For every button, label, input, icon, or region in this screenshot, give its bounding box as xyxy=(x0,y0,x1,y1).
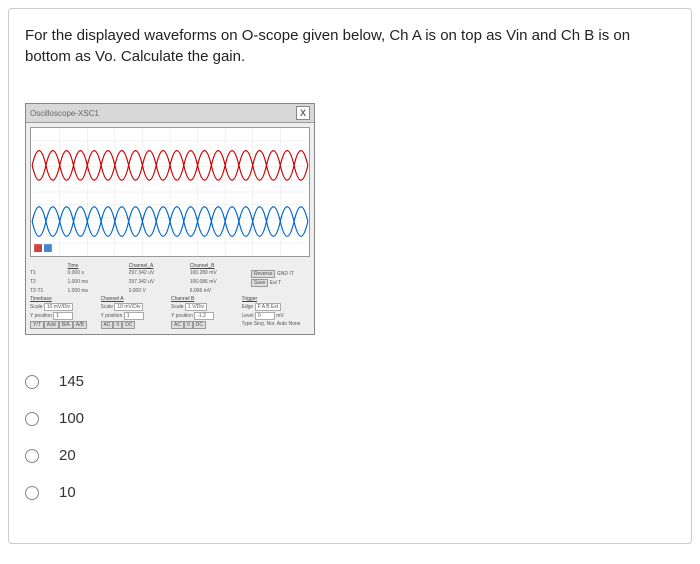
chb-zero[interactable]: 0 xyxy=(184,321,193,329)
trigger-section: Trigger xyxy=(242,296,311,302)
t21-time: 1.000 ms xyxy=(67,288,126,294)
cha-ac[interactable]: AC xyxy=(101,321,114,329)
col-chb: Channel_B xyxy=(190,263,249,269)
col-time: Time xyxy=(67,263,126,269)
t21-cha: 0.000 V xyxy=(129,288,188,294)
t2-cha: 297.342 uV xyxy=(129,279,188,287)
answer-list: 145 100 20 10 xyxy=(25,363,675,511)
cha-dc[interactable]: DC xyxy=(122,321,135,329)
t2-chb: 106.086 mV xyxy=(190,279,249,287)
answer-label: 10 xyxy=(59,484,76,501)
cursor-t2-marker xyxy=(44,244,52,252)
trigger-edge[interactable]: F A B Ext xyxy=(255,303,282,311)
answer-option[interactable]: 145 xyxy=(25,363,675,400)
col-cha: Channel_A xyxy=(129,263,188,269)
cha-scale-input[interactable]: 10 mV/Div xyxy=(44,303,73,311)
t1-label: T1 xyxy=(30,270,65,278)
chb-ypos[interactable]: -1.2 xyxy=(194,312,214,320)
t1-time: 0.000 s xyxy=(67,270,126,278)
question-card: For the displayed waveforms on O-scope g… xyxy=(8,8,692,544)
scope-display xyxy=(30,127,310,257)
answer-option[interactable]: 10 xyxy=(25,474,675,511)
ba-button[interactable]: B/A xyxy=(59,321,73,329)
radio-icon[interactable] xyxy=(25,412,39,426)
timebase-header: Timebase xyxy=(30,296,99,302)
cursor-t1-marker xyxy=(34,244,42,252)
answer-label: 20 xyxy=(59,447,76,464)
radio-icon[interactable] xyxy=(25,486,39,500)
window-title: Oscilloscope-XSC1 xyxy=(30,109,296,118)
question-text: For the displayed waveforms on O-scope g… xyxy=(25,25,675,67)
reverse-button[interactable]: Reverse xyxy=(251,270,276,278)
scope-controls: Time Channel_A Channel_B T1 0.000 s 297.… xyxy=(26,261,314,334)
t21-chb: 6.006 mV xyxy=(190,288,249,294)
chb-ac[interactable]: AC xyxy=(171,321,184,329)
trigger-type[interactable]: Type Sing. Nor. Auto None xyxy=(242,321,311,329)
window-title-bar: Oscilloscope-XSC1 X xyxy=(26,104,314,123)
radio-icon[interactable] xyxy=(25,375,39,389)
close-icon[interactable]: X xyxy=(296,106,310,120)
ab-button[interactable]: A/B xyxy=(73,321,87,329)
t1-chb: 100.280 mV xyxy=(190,270,249,278)
radio-icon[interactable] xyxy=(25,449,39,463)
answer-option[interactable]: 100 xyxy=(25,400,675,437)
answer-label: 145 xyxy=(59,373,84,390)
add-button[interactable]: Add xyxy=(44,321,59,329)
t1-cha: 297.342 uV xyxy=(129,270,188,278)
chb-section: Channel B xyxy=(171,296,240,302)
trigger-level[interactable]: 0 xyxy=(255,312,275,320)
chb-dc[interactable]: DC xyxy=(193,321,206,329)
save-button[interactable]: Save xyxy=(251,279,268,287)
t2-label: T2 xyxy=(30,279,65,287)
tb-ypos[interactable]: 1 xyxy=(53,312,73,320)
t2-time: 1.000 ms xyxy=(67,279,126,287)
oscilloscope-window: Oscilloscope-XSC1 X xyxy=(25,103,315,335)
cha-section: Channel A xyxy=(101,296,170,302)
chb-scale[interactable]: 1 V/Div xyxy=(185,303,207,311)
t21-label: T2-T1 xyxy=(30,288,65,294)
cha-zero[interactable]: 0 xyxy=(113,321,122,329)
cha-ypos[interactable]: 1 xyxy=(124,312,144,320)
yt-button[interactable]: Y/T xyxy=(30,321,44,329)
answer-option[interactable]: 20 xyxy=(25,437,675,474)
waveform-svg xyxy=(31,128,309,256)
answer-label: 100 xyxy=(59,410,84,427)
cha-scale[interactable]: 10 mV/Div xyxy=(114,303,143,311)
